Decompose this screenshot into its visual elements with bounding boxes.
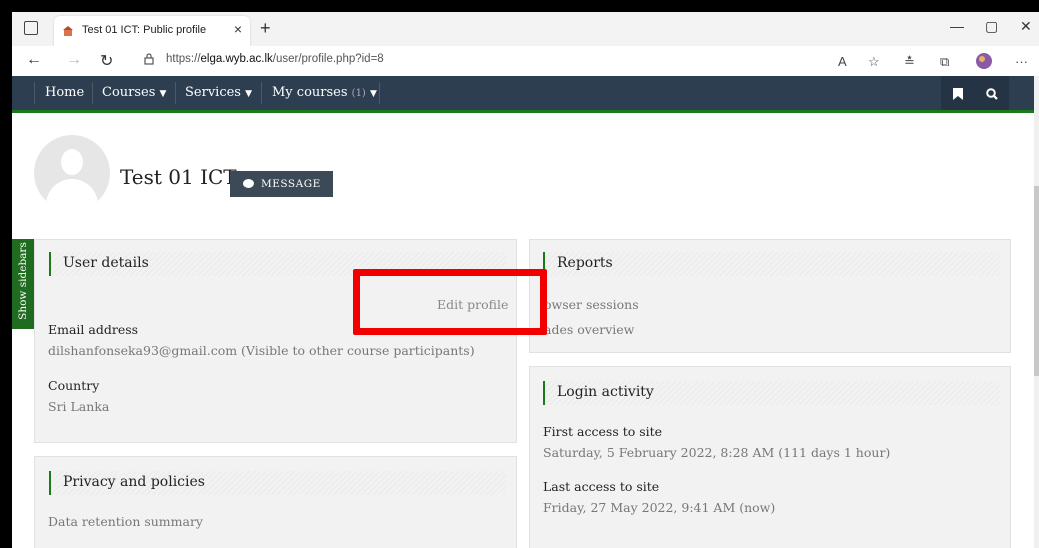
show-sidebars-label: Show sidebars bbox=[17, 242, 29, 320]
nav-courses[interactable]: Courses ▼ bbox=[102, 85, 166, 100]
card-header: Login activity bbox=[543, 381, 1000, 405]
tab-close-icon[interactable]: × bbox=[234, 21, 242, 37]
browser-sessions-link[interactable]: owser sessions bbox=[544, 297, 639, 312]
nav-home[interactable]: Home bbox=[45, 85, 84, 100]
lock-icon bbox=[144, 53, 154, 65]
scrollbar[interactable] bbox=[1034, 76, 1039, 548]
message-button[interactable]: MESSAGE bbox=[230, 171, 333, 197]
country-label: Country bbox=[48, 378, 100, 393]
email-label: Email address bbox=[48, 322, 139, 337]
card-title: Privacy and policies bbox=[63, 474, 205, 490]
avatar bbox=[34, 135, 110, 211]
card-title: Reports bbox=[557, 255, 613, 271]
scrollbar-thumb[interactable] bbox=[1034, 186, 1039, 376]
country-value: Sri Lanka bbox=[48, 399, 110, 414]
chevron-down-icon: ▼ bbox=[369, 89, 377, 99]
minimize-icon[interactable]: — bbox=[950, 18, 964, 34]
privacy-card: Privacy and policies Data retention summ… bbox=[34, 456, 517, 548]
card-title: Login activity bbox=[557, 384, 654, 400]
favorites-icon[interactable]: ≛ bbox=[904, 54, 915, 70]
profile-avatar-icon[interactable] bbox=[975, 52, 993, 73]
nav-divider bbox=[379, 82, 380, 104]
nav-divider bbox=[175, 82, 176, 104]
more-menu-icon[interactable]: ··· bbox=[1015, 54, 1028, 69]
first-access-label: First access to site bbox=[543, 424, 663, 439]
card-header: Reports bbox=[543, 252, 1000, 276]
add-favorite-icon[interactable]: ☆ bbox=[868, 54, 880, 70]
card-title: User details bbox=[63, 255, 149, 271]
email-value[interactable]: dilshanfonseka93@gmail.com (Visible to o… bbox=[48, 343, 475, 358]
search-icon[interactable] bbox=[975, 76, 1009, 110]
nav-divider bbox=[261, 82, 262, 104]
browser-toolbar: ← → ↻ https://elga.wyb.ac.lk/user/profil… bbox=[12, 46, 1039, 77]
nav-services[interactable]: Services ▼ bbox=[185, 85, 252, 100]
page-content: Test 01 ICT MESSAGE User details Edit pr… bbox=[12, 113, 1034, 548]
tab-actions-icon[interactable] bbox=[24, 21, 38, 35]
collections-icon[interactable]: ⧉ bbox=[940, 54, 949, 70]
card-header: Privacy and policies bbox=[49, 471, 506, 495]
highlight-box bbox=[353, 269, 547, 335]
new-tab-icon[interactable]: + bbox=[260, 18, 271, 39]
back-icon[interactable]: ← bbox=[26, 51, 42, 69]
bookmark-icon[interactable] bbox=[941, 76, 975, 110]
avatar-body bbox=[46, 179, 98, 211]
read-aloud-icon[interactable]: A bbox=[838, 54, 847, 69]
first-access-value: Saturday, 5 February 2022, 8:28 AM (111 … bbox=[543, 445, 891, 460]
chevron-down-icon: ▼ bbox=[159, 89, 167, 99]
nav-divider bbox=[34, 82, 35, 104]
restore-icon[interactable]: ▢ bbox=[985, 18, 998, 35]
message-bubble-icon bbox=[243, 179, 254, 188]
last-access-value: Friday, 27 May 2022, 9:41 AM (now) bbox=[543, 500, 776, 515]
data-retention-link[interactable]: Data retention summary bbox=[48, 514, 203, 529]
refresh-icon[interactable]: ↻ bbox=[100, 51, 113, 71]
browser-tab[interactable]: Test 01 ICT: Public profile × bbox=[54, 16, 250, 46]
nav-divider bbox=[92, 82, 93, 104]
show-sidebars-button[interactable]: Show sidebars bbox=[12, 239, 34, 329]
nav-my-courses[interactable]: My courses (1) ▼ bbox=[272, 85, 377, 100]
reports-card: Reports owser sessions ades overview bbox=[529, 239, 1011, 353]
address-bar[interactable]: https://elga.wyb.ac.lk/user/profile.php?… bbox=[138, 49, 918, 71]
last-access-label: Last access to site bbox=[543, 479, 660, 494]
page-title: Test 01 ICT bbox=[120, 165, 237, 189]
tab-strip: Test 01 ICT: Public profile × + — ▢ ✕ bbox=[12, 12, 1039, 46]
forward-icon[interactable]: → bbox=[66, 51, 82, 69]
chevron-down-icon: ▼ bbox=[245, 89, 253, 99]
grades-overview-link[interactable]: ades overview bbox=[544, 322, 634, 337]
site-navbar: Home Courses ▼ Services ▼ My courses (1)… bbox=[12, 76, 1039, 113]
site-favicon-icon bbox=[63, 26, 73, 36]
browser-window: Test 01 ICT: Public profile × + — ▢ ✕ ← … bbox=[12, 12, 1039, 548]
url-text: https://elga.wyb.ac.lk/user/profile.php?… bbox=[166, 53, 384, 65]
login-activity-card: Login activity First access to site Satu… bbox=[529, 366, 1011, 548]
avatar-head bbox=[61, 149, 83, 175]
tab-title: Test 01 ICT: Public profile bbox=[82, 24, 207, 36]
window-close-icon[interactable]: ✕ bbox=[1020, 18, 1032, 35]
